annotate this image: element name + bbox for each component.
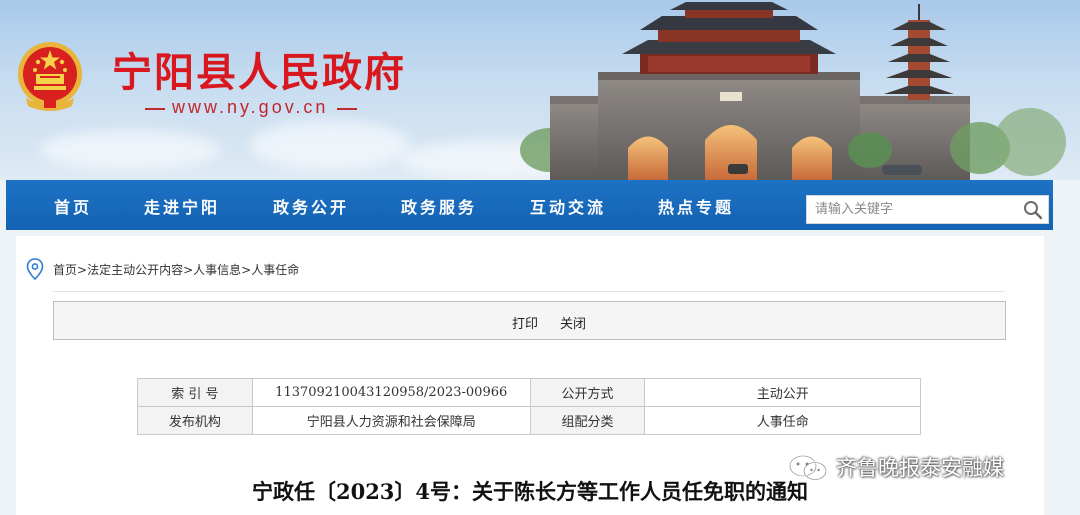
site-url: www.ny.gov.cn: [172, 97, 329, 117]
nav-item-hot-topics[interactable]: 热点专题: [658, 194, 734, 218]
nav-item-government-services[interactable]: 政务服务: [401, 194, 477, 218]
search-input[interactable]: [815, 196, 1015, 223]
breadcrumb-divider: [53, 291, 1005, 292]
disclosure-method-value: 主动公开: [644, 378, 921, 407]
breadcrumb: 首页>法定主动公开内容>人事信息>人事任命: [53, 261, 299, 278]
wechat-icon: [789, 455, 827, 481]
publishing-agency-label: 发布机构: [137, 406, 253, 435]
city-gate-illustration: [520, 2, 1066, 180]
search-icon[interactable]: [1023, 200, 1043, 220]
location-pin-icon: [26, 258, 44, 280]
index-number-label: 索 引 号: [137, 378, 253, 407]
close-button[interactable]: 关闭: [560, 313, 586, 332]
main-nav: 首页 走进宁阳 政务公开 政务服务 互动交流 热点专题: [6, 180, 1053, 230]
search-box: [806, 195, 1049, 224]
breadcrumb-separator: >: [183, 263, 194, 277]
site-banner: 宁阳县人民政府 www.ny.gov.cn: [0, 0, 1080, 180]
breadcrumb-statutory-disclosure[interactable]: 法定主动公开内容: [87, 263, 183, 277]
url-divider-left: [145, 108, 165, 110]
nav-item-interaction[interactable]: 互动交流: [530, 194, 606, 218]
url-divider-right: [337, 108, 357, 110]
category-label: 组配分类: [529, 406, 646, 435]
national-emblem-icon: [18, 42, 82, 111]
document-metadata-table: 索 引 号 113709210043120958/2023-00966 公开方式…: [137, 378, 921, 435]
index-number-value: 113709210043120958/2023-00966: [251, 378, 531, 407]
category-value: 人事任命: [644, 406, 921, 435]
publishing-agency-value: 宁阳县人力资源和社会保障局: [251, 406, 531, 435]
breadcrumb-home[interactable]: 首页: [53, 263, 77, 277]
cloud-decoration: [250, 120, 410, 170]
nav-item-government-affairs[interactable]: 政务公开: [273, 194, 349, 218]
disclosure-method-label: 公开方式: [529, 378, 646, 407]
nav-item-home[interactable]: 首页: [54, 194, 92, 218]
table-row: 发布机构 宁阳县人力资源和社会保障局 组配分类 人事任命: [137, 406, 921, 435]
watermark-text: 齐鲁晚报泰安融媒: [836, 456, 1004, 480]
nav-item-about-ningyang[interactable]: 走进宁阳: [144, 194, 220, 218]
breadcrumb-separator: >: [77, 263, 88, 277]
breadcrumb-personnel-appointments[interactable]: 人事任命: [251, 263, 299, 277]
table-row: 索 引 号 113709210043120958/2023-00966 公开方式…: [137, 378, 921, 407]
breadcrumb-personnel-info[interactable]: 人事信息: [193, 263, 241, 277]
article-toolbar: 打印 关闭: [53, 301, 1006, 340]
cloud-decoration: [40, 130, 220, 170]
print-button[interactable]: 打印: [512, 313, 538, 332]
breadcrumb-separator: >: [241, 263, 252, 277]
site-title[interactable]: 宁阳县人民政府: [112, 40, 406, 98]
